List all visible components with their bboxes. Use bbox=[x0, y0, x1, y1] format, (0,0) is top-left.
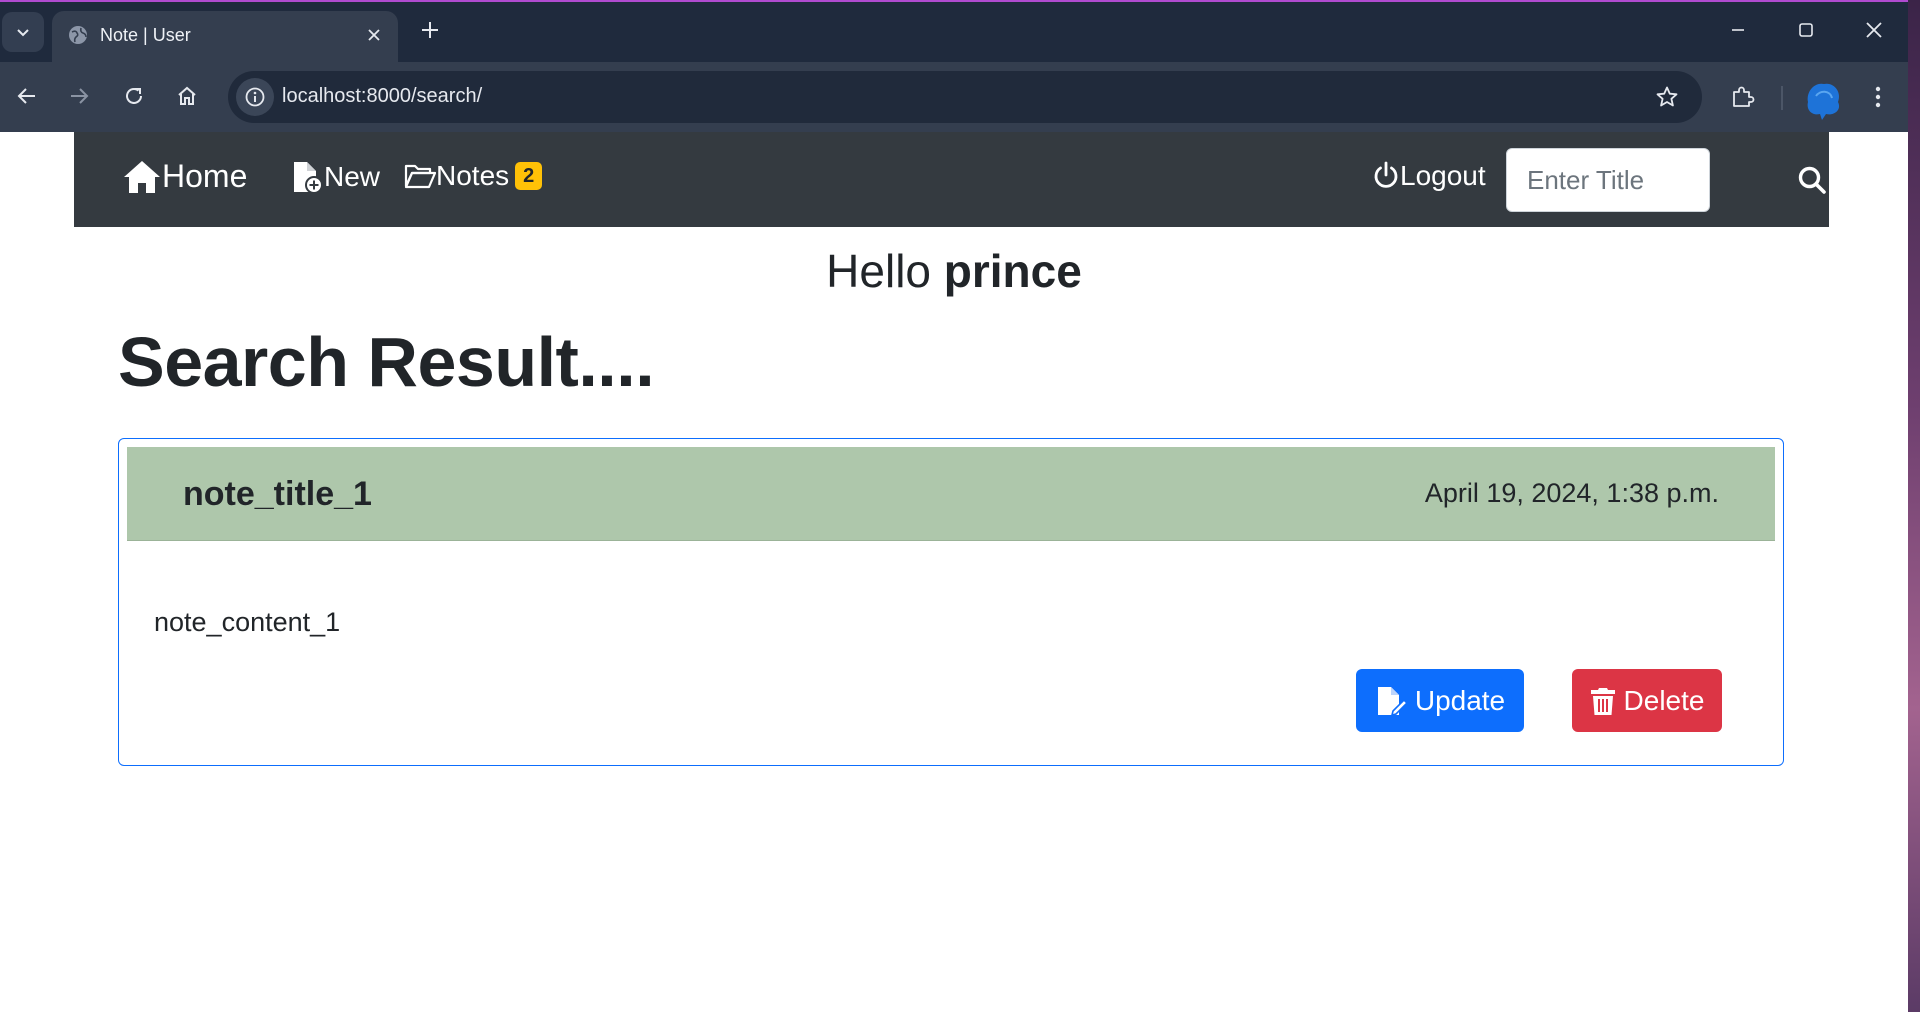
arrow-right-icon bbox=[71, 88, 89, 104]
power-icon bbox=[1374, 161, 1398, 188]
desktop-background bbox=[1908, 0, 1920, 1012]
extensions-button[interactable] bbox=[1724, 79, 1760, 115]
minimize-icon bbox=[1732, 29, 1744, 31]
reload-icon bbox=[126, 87, 142, 104]
nav-new-label: New bbox=[324, 161, 381, 192]
more-vertical-icon bbox=[1875, 86, 1881, 108]
note-card: note_title_1 April 19, 2024, 1:38 p.m. n… bbox=[118, 438, 1784, 766]
greeting-username: prince bbox=[943, 245, 1082, 297]
tab-title: Note | User bbox=[100, 25, 191, 45]
home-icon bbox=[178, 86, 196, 105]
note-card-header: note_title_1 April 19, 2024, 1:38 p.m. bbox=[127, 447, 1775, 541]
site-info-button[interactable] bbox=[236, 78, 274, 116]
greeting: Hello prince bbox=[0, 244, 1908, 298]
file-plus-icon bbox=[294, 162, 323, 194]
search-icon bbox=[1798, 166, 1826, 194]
delete-label: Delete bbox=[1623, 684, 1705, 716]
notes-count-badge: 2 bbox=[515, 162, 543, 190]
folder-open-icon bbox=[404, 164, 436, 189]
chevron-down-icon bbox=[17, 29, 29, 37]
bookmark-button[interactable] bbox=[1652, 82, 1682, 112]
update-label: Update bbox=[1414, 684, 1506, 716]
search-input[interactable] bbox=[1506, 148, 1710, 212]
nav-logout-link[interactable]: Logout bbox=[1372, 160, 1486, 192]
nav-notes-label: Notes bbox=[436, 160, 510, 191]
update-button[interactable]: Update bbox=[1356, 669, 1524, 732]
browser-tab[interactable]: Note | User bbox=[52, 11, 398, 62]
close-window-button[interactable] bbox=[1852, 14, 1896, 46]
puzzle-icon bbox=[1733, 86, 1755, 107]
tab-search-button[interactable] bbox=[2, 12, 44, 52]
address-bar[interactable]: localhost:8000/search/ bbox=[228, 71, 1702, 123]
profile-avatar[interactable] bbox=[1800, 76, 1846, 122]
note-date: April 19, 2024, 1:38 p.m. bbox=[1424, 478, 1719, 508]
nav-home-link[interactable]: Home bbox=[122, 158, 247, 195]
nav-logout-label: Logout bbox=[1400, 160, 1486, 191]
page-content: Home New Notes 2 Logout Enter Title Hell… bbox=[0, 132, 1908, 1012]
browser-window: Note | User localhost:8000/search/ Home … bbox=[0, 0, 1908, 1012]
delete-button[interactable]: Delete bbox=[1572, 669, 1722, 732]
nav-home-label: Home bbox=[162, 158, 248, 194]
minimize-button[interactable] bbox=[1716, 14, 1760, 46]
site-navbar: Home New Notes 2 Logout Enter Title bbox=[74, 132, 1829, 227]
nav-notes-link[interactable]: Notes 2 bbox=[404, 160, 543, 192]
note-title: note_title_1 bbox=[183, 475, 372, 513]
arrow-left-icon bbox=[17, 88, 35, 104]
search-button[interactable] bbox=[1792, 160, 1832, 200]
back-button[interactable] bbox=[8, 77, 46, 115]
maximize-button[interactable] bbox=[1784, 14, 1828, 46]
toolbar-separator bbox=[1781, 86, 1783, 110]
avatar-icon bbox=[1807, 83, 1840, 120]
tab-strip: Note | User bbox=[0, 2, 1908, 62]
home-icon bbox=[124, 160, 160, 193]
browser-toolbar: localhost:8000/search/ bbox=[0, 62, 1908, 132]
greeting-prefix: Hello bbox=[826, 245, 931, 297]
browser-menu-button[interactable] bbox=[1860, 79, 1896, 115]
close-icon bbox=[1866, 22, 1882, 38]
tab-close-button[interactable] bbox=[360, 21, 388, 49]
plus-icon bbox=[422, 22, 438, 38]
star-icon bbox=[1656, 86, 1678, 107]
info-icon bbox=[245, 87, 265, 107]
page-title: Search Result.... bbox=[118, 323, 655, 401]
reload-button[interactable] bbox=[115, 77, 153, 115]
url-text: localhost:8000/search/ bbox=[282, 85, 483, 107]
new-tab-button[interactable] bbox=[414, 14, 446, 46]
nav-new-link[interactable]: New bbox=[290, 160, 380, 194]
globe-icon bbox=[69, 26, 87, 44]
forward-button[interactable] bbox=[60, 77, 98, 115]
trash-icon bbox=[1590, 687, 1615, 715]
note-content: note_content_1 bbox=[154, 607, 341, 637]
maximize-icon bbox=[1799, 23, 1813, 37]
file-edit-icon bbox=[1377, 686, 1407, 716]
home-button[interactable] bbox=[168, 77, 206, 115]
close-icon bbox=[368, 29, 380, 41]
